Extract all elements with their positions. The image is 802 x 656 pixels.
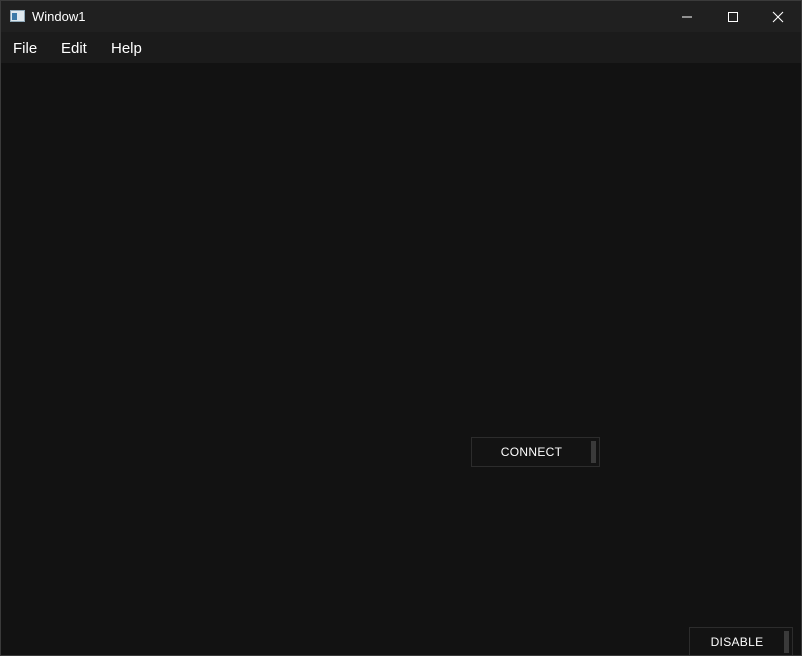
menu-bar: File Edit Help bbox=[1, 32, 801, 63]
window-title: Window1 bbox=[32, 9, 86, 24]
disable-button-label: DISABLE bbox=[710, 635, 764, 649]
menu-file[interactable]: File bbox=[13, 40, 37, 57]
connect-button-label: CONNECT bbox=[500, 445, 563, 459]
maximize-button[interactable] bbox=[710, 1, 756, 32]
title-bar[interactable]: Window1 bbox=[1, 1, 801, 32]
disable-button[interactable]: DISABLE bbox=[689, 627, 793, 655]
maximize-icon bbox=[728, 11, 738, 22]
connect-button-indicator bbox=[591, 441, 596, 463]
client-area: CONNECT DISABLE bbox=[1, 63, 801, 655]
minimize-icon bbox=[682, 16, 692, 17]
menu-help[interactable]: Help bbox=[111, 40, 142, 57]
menu-edit[interactable]: Edit bbox=[61, 40, 87, 57]
app-window-icon bbox=[10, 10, 25, 22]
app-window: Window1 File Edit Help CONNECT DISABLE bbox=[0, 0, 802, 656]
close-button[interactable] bbox=[755, 1, 801, 32]
disable-button-indicator bbox=[784, 631, 789, 653]
minimize-button[interactable] bbox=[664, 1, 710, 32]
connect-button[interactable]: CONNECT bbox=[471, 437, 600, 467]
close-icon bbox=[772, 11, 784, 22]
